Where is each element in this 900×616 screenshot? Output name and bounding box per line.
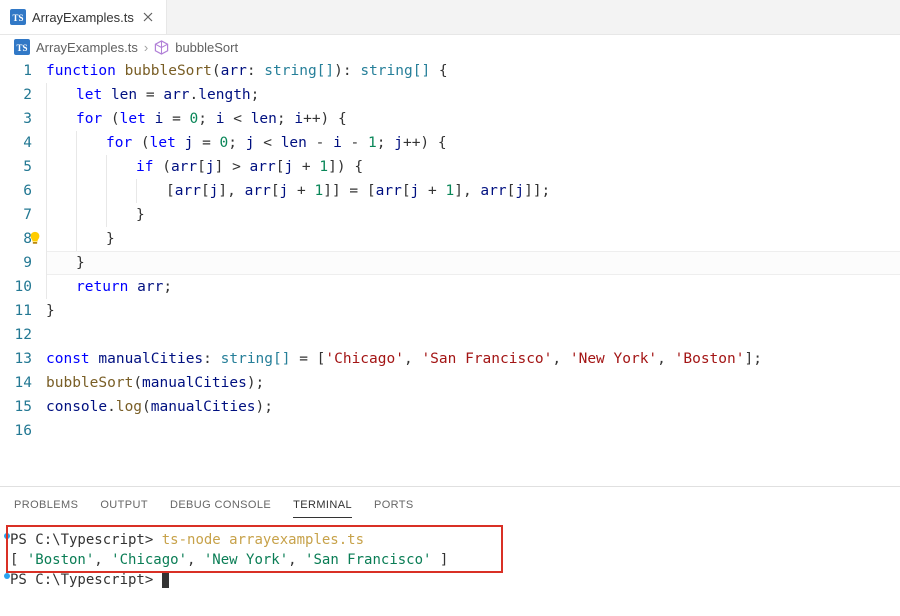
line-gutter: 1 2 3 4 5 6 7 8 9 10 11 12 13 14 15 16 [4,59,46,443]
lightbulb-icon[interactable] [28,231,42,245]
panel-tabs: PROBLEMS OUTPUT DEBUG CONSOLE TERMINAL P… [0,487,900,518]
close-icon[interactable] [140,9,156,25]
bottom-panel: PROBLEMS OUTPUT DEBUG CONSOLE TERMINAL P… [0,486,900,616]
breadcrumb[interactable]: TS ArrayExamples.ts › bubbleSort [0,35,900,59]
terminal-cursor [162,573,169,588]
svg-text:TS: TS [16,43,27,53]
tab-problems[interactable]: PROBLEMS [14,495,78,518]
tab-bar: TS ArrayExamples.ts [0,0,900,35]
tab-arrayexamples[interactable]: TS ArrayExamples.ts [0,0,167,34]
tab-filename: ArrayExamples.ts [32,10,134,25]
terminal-prompt: PS C:\Typescript> [10,572,153,588]
typescript-icon: TS [14,39,30,55]
breadcrumb-symbol: bubbleSort [175,40,238,55]
tab-ports[interactable]: PORTS [374,495,414,518]
tab-terminal[interactable]: TERMINAL [293,495,352,518]
highlight-box [6,525,503,573]
breadcrumb-file: ArrayExamples.ts [36,40,138,55]
code-content[interactable]: function bubbleSort(arr: string[]): stri… [46,59,900,443]
method-icon [154,40,169,55]
terminal-marker-icon [4,573,10,579]
chevron-right-icon: › [144,40,148,55]
code-editor[interactable]: 1 2 3 4 5 6 7 8 9 10 11 12 13 14 15 16 f… [0,59,900,443]
typescript-icon: TS [10,9,26,25]
svg-text:TS: TS [12,13,23,23]
tab-output[interactable]: OUTPUT [100,495,148,518]
tab-debug-console[interactable]: DEBUG CONSOLE [170,495,271,518]
